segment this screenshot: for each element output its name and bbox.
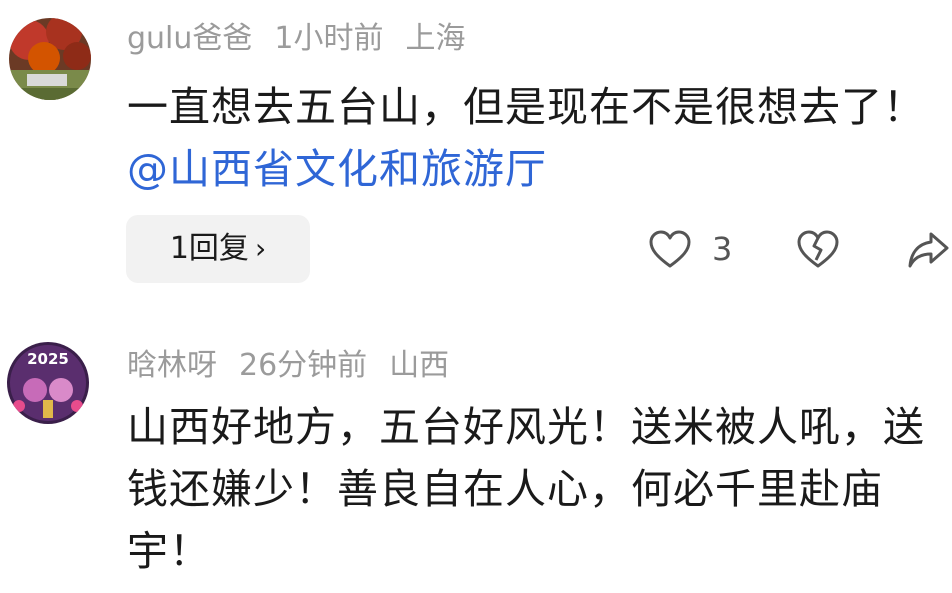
avatar-year-text: 2025 [27, 350, 69, 368]
comment-meta: 晗林呀 26分钟前 山西 [127, 351, 471, 381]
location: 上海 [405, 21, 466, 56]
like-count: 3 [712, 230, 733, 268]
reply-button[interactable]: 1回复 › [126, 215, 310, 283]
avatar[interactable]: 2025 [7, 342, 89, 424]
timestamp: 26分钟前 [239, 348, 368, 383]
comment-text: 一直想去五台山，但是现在不是很想去了！ @山西省文化和旅游厅 [127, 76, 942, 200]
reply-label: 1回复 [169, 231, 249, 266]
location: 山西 [389, 348, 450, 383]
username[interactable]: 晗林呀 [127, 348, 217, 383]
mention-link[interactable]: @山西省文化和旅游厅 [127, 145, 547, 193]
comment-meta: gulu爸爸 1小时前 上海 [127, 24, 488, 54]
heart-icon[interactable] [648, 230, 692, 270]
broken-heart-icon[interactable] [796, 230, 840, 270]
timestamp: 1小时前 [274, 21, 384, 56]
avatar[interactable] [9, 18, 91, 100]
chevron-right-icon: › [254, 232, 267, 265]
share-icon[interactable] [907, 230, 949, 270]
comment-body: 一直想去五台山，但是现在不是很想去了！ [127, 83, 925, 131]
username[interactable]: gulu爸爸 [127, 21, 252, 56]
comment-text: 山西好地方，五台好风光！送米被人吼，送钱还嫌少！善良自在人心，何必千里赴庙宇！ [127, 403, 925, 575]
